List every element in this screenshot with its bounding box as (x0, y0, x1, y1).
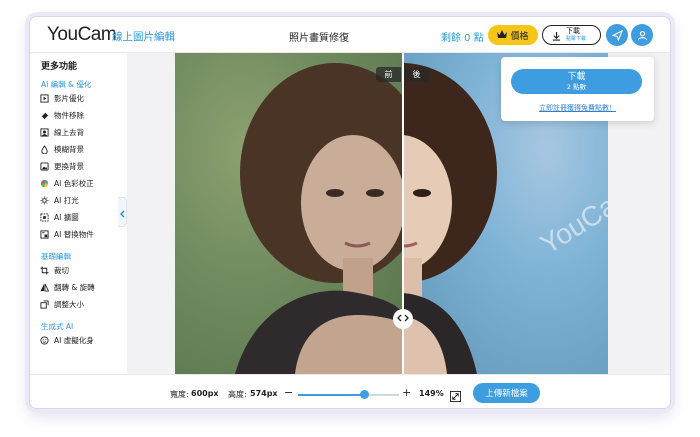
download-button[interactable]: 下載 2 點數 (511, 69, 642, 94)
download-button-top[interactable]: 下載 點擊下載 (542, 25, 601, 45)
top-bar: YouCam 線上圖片編輯 照片畫質修復 剩餘 0 點 價格 下載 點擊下載 (30, 17, 670, 53)
before-label: 前 (376, 67, 401, 82)
credits-remaining: 剩餘 0 點 (441, 33, 484, 44)
sidebar-item-video-enhance[interactable]: 影片優化 (40, 91, 84, 105)
height-label: 高度: (228, 390, 247, 399)
sidebar-item-resize[interactable]: 調整大小 (40, 297, 84, 311)
compare-slider-handle[interactable] (393, 309, 413, 329)
sidebar-heading: 更多功能 (41, 62, 78, 72)
sidebar-item-blur-bg[interactable]: 模糊背景 (40, 142, 84, 156)
sidebar-item-ai-expand[interactable]: AI 擴圖 (40, 210, 79, 224)
sidebar-item-label: 模糊背景 (54, 144, 84, 154)
sidebar-item-label: 影片優化 (54, 93, 84, 103)
remove-bg-icon (40, 127, 49, 137)
download-sublabel: 點擊下載 (566, 36, 587, 42)
sidebar-item-ai-avatar[interactable]: AI 虛擬化身 (40, 333, 94, 347)
resize-icon (40, 299, 49, 309)
sidebar-item-label: AI 虛擬化身 (54, 335, 94, 345)
zoom-slider[interactable] (298, 390, 399, 399)
bottom-toolbar: 寬度: 600px 高度: 574px − + 149% 上傳新檔案 (30, 374, 670, 408)
sidebar-item-flip-rotate[interactable]: 翻轉 & 旋轉 (40, 280, 95, 294)
youcam-logo[interactable]: YouCam (47, 24, 117, 46)
download-popover: 下載 2 點數 立即註冊獲得免費點數！ (501, 57, 654, 121)
zoom-out-button[interactable]: − (284, 386, 293, 399)
blur-drop-icon (40, 144, 49, 154)
sidebar-item-change-bg[interactable]: 更換背景 (40, 159, 84, 173)
sidebar-item-label: AI 色彩校正 (54, 178, 94, 188)
send-icon (610, 26, 623, 45)
sidebar-item-remove-bg[interactable]: 線上去背 (40, 125, 84, 139)
price-button[interactable]: 價格 (488, 25, 538, 45)
sidebar-item-label: 線上去背 (54, 127, 84, 137)
before-image (175, 53, 430, 374)
crown-icon (497, 29, 508, 41)
sidebar-item-ai-color[interactable]: AI 色彩校正 (40, 176, 94, 190)
zoom-slider-fill (298, 394, 364, 396)
price-label: 價格 (510, 31, 529, 42)
download-cost: 2 點數 (566, 82, 587, 91)
feature-sidebar: 更多功能 AI 編輯 & 優化 影片優化 物件移除 線上去背 模糊背景 更換背景… (30, 53, 118, 374)
sidebar-item-label: AI 打光 (54, 195, 79, 205)
sidebar-item-label: 翻轉 & 旋轉 (54, 282, 95, 292)
after-label: 後 (404, 67, 429, 82)
sidebar-collapse-toggle[interactable] (118, 197, 127, 227)
register-link[interactable]: 立即註冊獲得免費點數！ (501, 103, 654, 113)
eraser-icon (40, 111, 49, 120)
zoom-slider-knob[interactable] (359, 390, 369, 399)
fit-screen-icon[interactable] (450, 387, 461, 406)
sidebar-item-object-removal[interactable]: 物件移除 (40, 108, 84, 122)
upload-button-label: 上傳新檔案 (485, 389, 528, 399)
user-icon (637, 26, 648, 45)
page-title: 照片畫質修復 (289, 33, 349, 44)
download-label: 下載 (566, 27, 580, 35)
logo-subtitle: 線上圖片編輯 (112, 31, 175, 43)
zoom-in-button[interactable]: + (402, 386, 411, 399)
sidebar-item-label: 更換背景 (54, 161, 84, 171)
section-ai-edit: AI 編輯 & 優化 (41, 80, 92, 89)
sidebar-item-ai-replace[interactable]: AI 替換物件 (40, 227, 94, 241)
sidebar-item-label: AI 擴圖 (54, 212, 79, 222)
light-icon (40, 195, 49, 205)
sidebar-item-ai-light[interactable]: AI 打光 (40, 193, 79, 207)
share-button[interactable] (606, 24, 628, 46)
download-icon (552, 26, 561, 45)
chevrons-horizontal-icon (397, 314, 409, 325)
sidebar-item-crop[interactable]: 裁切 (40, 263, 69, 277)
avatar-gen-icon (40, 335, 49, 345)
section-basic-edit: 基礎編輯 (41, 252, 71, 261)
crop-icon (40, 265, 49, 275)
download-button-label: 下載 (567, 71, 586, 82)
color-wheel-icon (40, 179, 49, 188)
width-value: 600px (191, 389, 219, 398)
app-window: YouCam 線上圖片編輯 照片畫質修復 剩餘 0 點 價格 下載 點擊下載 更… (29, 16, 671, 409)
sidebar-item-label: 物件移除 (54, 110, 84, 120)
account-button[interactable] (631, 24, 653, 46)
sidebar-item-label: 裁切 (54, 265, 69, 275)
upload-new-file-button[interactable]: 上傳新檔案 (473, 383, 540, 403)
sidebar-item-label: AI 替換物件 (54, 229, 94, 239)
flip-icon (40, 283, 49, 292)
width-label: 寬度: (170, 390, 189, 399)
replace-icon (40, 229, 49, 239)
section-gen-ai: 生成式 AI (41, 322, 74, 331)
zoom-value: 149% (419, 389, 444, 398)
sidebar-item-label: 調整大小 (54, 299, 84, 309)
video-enhance-icon (40, 93, 49, 103)
change-bg-icon (40, 161, 49, 171)
chevron-left-icon (119, 203, 125, 222)
expand-icon (40, 212, 49, 222)
height-value: 574px (250, 389, 278, 398)
